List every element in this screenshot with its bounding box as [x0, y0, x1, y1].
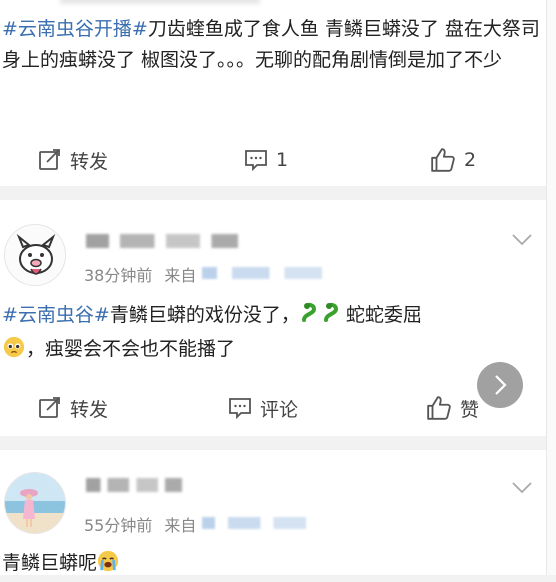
post-source-prefix: 来自 [164, 266, 197, 285]
comment-icon [229, 398, 251, 420]
post-source[interactable] [202, 267, 353, 279]
avatar[interactable] [4, 224, 66, 286]
post-text: #云南虫谷开播#刀齿蝰鱼成了食人鱼 青鳞巨蟒没了 盘在大祭司身上的痋蟒没了 椒图… [2, 14, 542, 76]
like-count: 2 [464, 149, 477, 171]
chevron-down-icon[interactable] [512, 234, 532, 246]
post-time: 38分钟前 [84, 266, 153, 285]
repost-button[interactable]: 转发 [38, 147, 108, 174]
repost-label: 转发 [70, 150, 109, 173]
repost-icon [39, 149, 60, 170]
crying-face-emoji-icon [97, 550, 119, 582]
cartoon-pig-avatar-icon [5, 225, 65, 285]
avatar[interactable] [4, 472, 66, 534]
chevron-down-icon[interactable] [512, 482, 532, 494]
weibo-feed: #云南虫谷开播#刀齿蝰鱼成了食人鱼 青鳞巨蟒没了 盘在大祭司身上的痋蟒没了 椒图… [0, 0, 546, 575]
post-body: 青鳞巨蟒的戏份没了， [109, 304, 300, 326]
post-card: #云南虫谷开播#刀齿蝰鱼成了食人鱼 青鳞巨蟒没了 盘在大祭司身上的痋蟒没了 椒图… [0, 0, 546, 186]
post-text: #云南虫谷#青鳞巨蟒的戏份没了， 蛇蛇委屈 ，痋婴会不会也不能播了 [2, 300, 542, 368]
chevron-right-icon [495, 375, 507, 395]
like-label: 赞 [460, 398, 480, 421]
repost-icon [39, 397, 60, 418]
repost-label: 转发 [70, 398, 109, 421]
topic-link[interactable]: #云南虫谷开播# [2, 18, 148, 40]
post-text: 青鳞巨蟒呢 [2, 548, 542, 582]
username[interactable] [86, 478, 206, 492]
post-body-2: 蛇蛇委屈 [345, 304, 422, 326]
snake-emoji-icon [300, 302, 346, 334]
thumbs-up-icon [431, 148, 455, 172]
action-bar: 转发 1 2 [0, 140, 546, 180]
previous-header-peek [60, 0, 260, 4]
like-button[interactable]: 赞 [426, 395, 479, 422]
post-source-prefix: 来自 [164, 516, 197, 535]
comment-icon [245, 150, 267, 172]
post-card: 38分钟前 来自 #云南虫谷#青鳞巨蟒的戏份没了， 蛇蛇委屈 ，痋婴会不会也不能播了… [0, 200, 546, 436]
post-time: 55分钟前 [84, 516, 153, 535]
topic-link[interactable]: #云南虫谷# [2, 304, 110, 326]
repost-button[interactable]: 转发 [38, 395, 108, 422]
post-meta: 55分钟前 来自 [84, 512, 333, 536]
next-button[interactable] [477, 362, 523, 408]
comment-count: 1 [276, 149, 289, 171]
comment-button[interactable]: 评论 [228, 395, 298, 422]
post-meta: 38分钟前 来自 [84, 262, 353, 286]
thumbs-up-icon [427, 396, 451, 420]
post-source[interactable] [202, 517, 333, 529]
post-body-3: ，痋婴会不会也不能播了 [26, 338, 236, 360]
beach-photo-avatar-icon [5, 473, 65, 533]
like-button[interactable]: 2 [430, 147, 476, 173]
post-body: 青鳞巨蟒呢 [2, 552, 98, 574]
side-panel-edge [546, 0, 556, 575]
action-bar: 转发 评论 赞 [0, 388, 546, 428]
username[interactable] [86, 234, 276, 248]
post-card: 55分钟前 来自 青鳞巨蟒呢 [0, 450, 546, 575]
comment-button[interactable]: 1 [244, 148, 288, 172]
pleading-face-emoji-icon [2, 336, 26, 368]
comment-label: 评论 [260, 398, 299, 421]
